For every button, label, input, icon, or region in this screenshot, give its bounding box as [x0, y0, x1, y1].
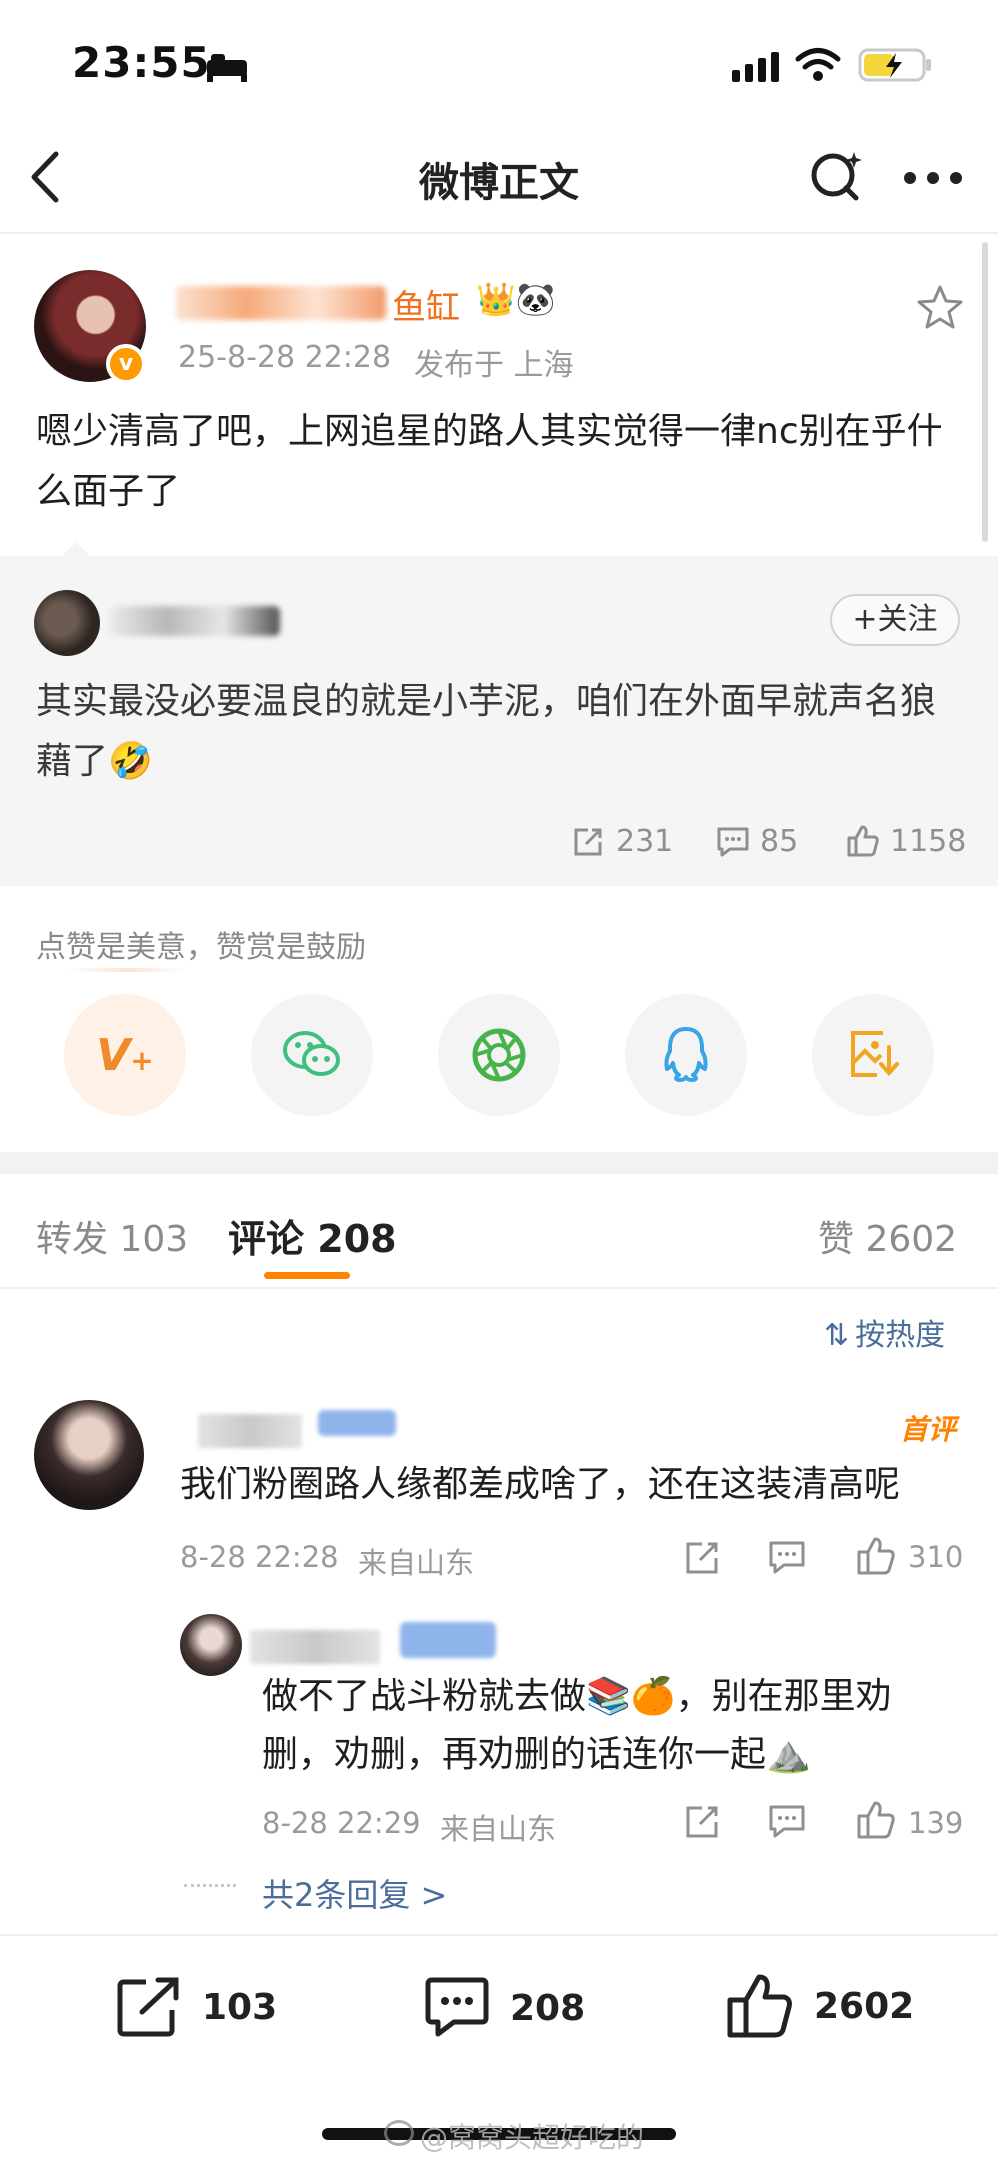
- reply-like-count: 139: [908, 1806, 964, 1840]
- share-moments-button[interactable]: [438, 994, 560, 1116]
- comment-time: 8-28 22:28: [180, 1540, 339, 1574]
- quoted-author-avatar[interactable]: [34, 590, 100, 656]
- tab-comments[interactable]: 评论 208: [228, 1208, 397, 1263]
- post-text: 嗯少清高了吧，上网追星的路人其实觉得一律nc别在乎什么面子了: [36, 411, 943, 512]
- reply-location: 来自山东: [440, 1812, 557, 1846]
- wechat-icon: [283, 1031, 340, 1076]
- quoted-like-count: 1158: [890, 824, 967, 859]
- bottom-repost-count: 103: [202, 1986, 278, 2028]
- nav-divider: [0, 232, 998, 234]
- comment-location: 来自山东: [358, 1546, 475, 1580]
- tab-reposts-label: 转发: [36, 1219, 109, 1260]
- comment-like-count: 310: [908, 1540, 964, 1574]
- save-image-icon: [851, 1031, 899, 1077]
- section-separator: [0, 1152, 998, 1174]
- status-time: 23:55: [72, 38, 211, 87]
- more-options-icon[interactable]: [903, 170, 963, 189]
- author-name[interactable]: 鱼缸: [392, 280, 460, 329]
- moments-icon: [472, 1028, 526, 1082]
- replies-dots: [184, 1884, 236, 1887]
- save-image-button[interactable]: [812, 994, 934, 1116]
- reply-time: 8-28 22:29: [262, 1806, 421, 1840]
- tab-likes-label: 赞: [818, 1219, 855, 1260]
- tab-reposts[interactable]: 转发 103: [36, 1210, 188, 1262]
- share-qq-button[interactable]: [625, 994, 747, 1116]
- quoted-like-icon[interactable]: [846, 824, 880, 862]
- watermark: @窝窝头超好吃的: [420, 2121, 645, 2154]
- reply-author-redacted: [250, 1630, 380, 1664]
- tab-comments-label: 评论: [228, 1217, 305, 1261]
- comment-text: 我们粉圈路人缘都差成啥了，还在这装清高呢: [180, 1464, 901, 1505]
- reply-like-icon[interactable]: [856, 1800, 896, 1844]
- comment-avatar[interactable]: [34, 1400, 144, 1510]
- reward-icon: V+: [96, 1029, 154, 1081]
- bottom-like-button[interactable]: 2602: [726, 1972, 914, 2040]
- share-hint: 点赞是美意，赞赏是鼓励: [36, 930, 366, 965]
- favorite-star-icon[interactable]: [916, 284, 964, 334]
- comment-like-icon[interactable]: [856, 1536, 896, 1580]
- comment-icon: [425, 1977, 489, 2037]
- sort-by-hotness-button[interactable]: ⇅ 按热度: [824, 1310, 945, 1354]
- quoted-repost-icon[interactable]: [572, 826, 604, 862]
- bottom-bar-divider: [0, 1934, 998, 1936]
- view-more-replies-link[interactable]: 共2条回复 >: [262, 1870, 447, 1916]
- sort-label: 按热度: [855, 1318, 946, 1353]
- author-name-redacted: [176, 286, 386, 320]
- tabs-divider: [0, 1287, 998, 1289]
- comment-author-redacted: [198, 1414, 302, 1448]
- post-date: 25-8-28 22:28: [178, 340, 392, 375]
- verified-badge-icon: v: [106, 344, 146, 384]
- sleep-mode-icon: [205, 52, 249, 86]
- reply-repost-icon[interactable]: [684, 1804, 720, 1844]
- follow-button[interactable]: +关注: [830, 594, 960, 646]
- share-wechat-button[interactable]: [251, 994, 373, 1116]
- quoted-comment-icon[interactable]: [716, 826, 750, 862]
- weibo-logo-icon: [384, 2120, 414, 2146]
- qq-icon: [664, 1027, 708, 1082]
- reward-button[interactable]: V+: [64, 994, 186, 1116]
- first-comment-badge: 首评: [900, 1413, 957, 1446]
- reply-avatar[interactable]: [180, 1614, 242, 1676]
- wifi-icon: [795, 46, 841, 86]
- comment-repost-icon[interactable]: [684, 1540, 720, 1580]
- tab-likes-count: 2602: [865, 1219, 958, 1260]
- comment-author-badge-redacted: [318, 1410, 396, 1436]
- reply-author-badge-redacted: [400, 1622, 496, 1658]
- quoted-author-name-redacted: [110, 606, 280, 636]
- active-tab-underline: [264, 1272, 350, 1279]
- scrollbar[interactable]: [982, 242, 988, 542]
- reply-reply-icon[interactable]: [768, 1804, 806, 1844]
- cellular-signal-icon: [730, 50, 782, 88]
- repost-icon: [117, 1977, 179, 2037]
- hint-pointer: [68, 968, 186, 972]
- quoted-comment-count: 85: [760, 824, 799, 859]
- comment-reply-icon[interactable]: [768, 1540, 806, 1580]
- author-badges: 👑🐼: [476, 280, 556, 318]
- sort-icon: ⇅: [824, 1318, 850, 1353]
- tab-reposts-count: 103: [119, 1219, 189, 1260]
- tab-comments-count: 208: [317, 1217, 397, 1261]
- quoted-repost-count: 231: [616, 824, 674, 859]
- post-location: 发布于 上海: [414, 348, 574, 383]
- bottom-comment-count: 208: [510, 1987, 586, 2029]
- search-icon[interactable]: [808, 148, 864, 208]
- bottom-repost-button[interactable]: 103: [116, 1976, 277, 2038]
- like-icon: [727, 1974, 792, 2038]
- bottom-like-count: 2602: [814, 1985, 915, 2027]
- quoted-text: 其实最没必要温良的就是小芋泥，咱们在外面早就声名狼藉了🤣: [36, 681, 937, 782]
- tab-likes[interactable]: 赞 2602: [818, 1210, 957, 1262]
- battery-charging-icon: [858, 48, 934, 86]
- bottom-comment-button[interactable]: 208: [424, 1976, 585, 2040]
- quote-pointer: [60, 542, 92, 558]
- reply-text: 做不了战斗粉就去做📚🍊，别在那里劝删，劝删，再劝删的话连你一起⛰️: [262, 1676, 892, 1775]
